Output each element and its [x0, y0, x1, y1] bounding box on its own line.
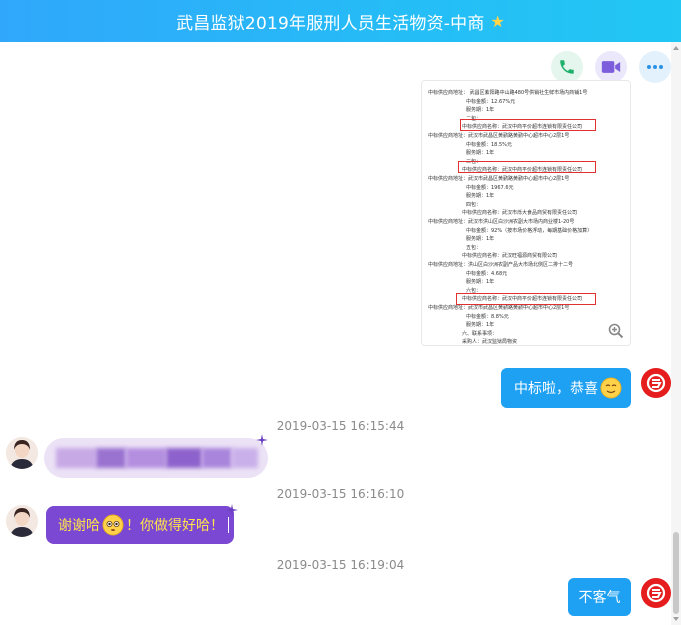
- document-line: 服务期：1年: [466, 322, 495, 329]
- document-line: 服务期：1年: [466, 236, 495, 243]
- more-icon: [647, 65, 663, 69]
- document-line: 中标金额：1967.6元: [466, 184, 514, 191]
- video-call-button[interactable]: [595, 51, 627, 83]
- sparkle-icon: [226, 504, 238, 516]
- phone-icon: [560, 60, 574, 74]
- smile-emoji-icon: [600, 377, 622, 399]
- timestamp: 2019-03-15 16:19:04: [276, 558, 405, 572]
- flushed-emoji-icon: [102, 514, 124, 536]
- video-icon: [601, 61, 621, 73]
- message-text: ！你做得好哈！: [126, 518, 224, 534]
- outgoing-message[interactable]: 中标啦，恭喜: [501, 368, 631, 408]
- brand-logo-icon: [646, 583, 666, 603]
- avatar[interactable]: [6, 505, 38, 537]
- document-line: 中标供应商名称：武汉市烁大食品商贸有限责任公司: [462, 210, 578, 217]
- document-line: 中标金额：4.68元: [466, 270, 508, 277]
- document-line: 中标供应商地址：洪山区白沙洲农副产品大市场北侧区二排十二号: [428, 262, 574, 268]
- document-line: 中标金额：18.5%元: [466, 141, 512, 148]
- document-line: 中标供应商地址：武汉市洪山区白沙洲农副大市场内商业楼1-20号: [428, 219, 575, 225]
- chat-header: 武昌监狱2019年服刑人员生活物资-中商 ★: [0, 0, 681, 42]
- scroll-up-arrow-icon[interactable]: [672, 44, 680, 52]
- document-line: 中标金额：12.67%元: [466, 98, 516, 105]
- message-text: 谢谢哈: [58, 518, 100, 534]
- user-photo-icon: [6, 505, 38, 537]
- document-line: 中标供应商地址：武汉市武昌区黄鹂路黄鹂中心超市中心2层1号: [428, 133, 570, 139]
- chat-toolbar: [551, 51, 671, 83]
- chat-title: 武昌监狱2019年服刑人员生活物资-中商: [176, 13, 485, 34]
- document-line: 中标金额：8.8%元: [466, 313, 509, 320]
- message-text: 不客气: [578, 590, 621, 606]
- avatar[interactable]: [641, 578, 671, 608]
- message-text: 中标啦，恭喜: [514, 381, 598, 397]
- document-image-message[interactable]: 中标供应商地址： 武昌区紫阳路中山路480号供销社生鲜市场内商铺1号中标金额：1…: [421, 80, 631, 346]
- highlight-box: [460, 119, 596, 131]
- document-line: 五包：: [466, 244, 482, 251]
- more-options-button[interactable]: [639, 51, 671, 83]
- incoming-message[interactable]: 谢谢哈 ！你做得好哈！: [46, 506, 234, 544]
- document-line: 四包：: [466, 201, 482, 208]
- document-line: 采购人：武汉监狱局物资: [462, 339, 518, 346]
- highlight-box: [456, 293, 596, 305]
- document-line: 中标供应商名称：武汉旺福源商贸有限公司: [462, 253, 558, 260]
- user-photo-icon: [6, 437, 38, 469]
- voice-call-button[interactable]: [551, 51, 583, 83]
- highlight-box: [458, 161, 596, 173]
- brand-logo-icon: [646, 373, 666, 393]
- document-line: 六、联系事项：: [462, 330, 498, 337]
- document-line: 服务期：1年: [466, 193, 495, 200]
- timestamp: 2019-03-15 16:16:10: [276, 487, 405, 501]
- timestamp: 2019-03-15 16:15:44: [276, 419, 405, 433]
- document-line: 服务期：1年: [466, 150, 495, 157]
- avatar[interactable]: [6, 437, 38, 469]
- document-line: 服务期：1年: [466, 107, 495, 114]
- scroll-down-arrow-icon[interactable]: [672, 615, 680, 623]
- star-icon[interactable]: ★: [491, 12, 505, 31]
- text-cursor: [228, 517, 229, 533]
- sparkle-icon: [256, 434, 268, 446]
- document-line: 服务期：1年: [466, 279, 495, 286]
- zoom-in-icon[interactable]: [608, 323, 624, 339]
- avatar[interactable]: [641, 368, 671, 398]
- document-line: 中标供应商地址：武汉市武昌区黄鹂路黄鹂中心超市中心2层1号: [428, 176, 570, 182]
- document-line: 中标供应商地址：武汉市武昌区黄鹂路黄鹂中心超市中心2层1号: [428, 305, 570, 311]
- document-line: 中标供应商地址： 武昌区紫阳路中山路480号供销社生鲜市场内商铺1号: [428, 90, 588, 96]
- document-line: 中标金额：92%（按市场价格浮动，每期基础价格加算）: [466, 227, 593, 234]
- scrollbar-thumb[interactable]: [673, 532, 679, 614]
- outgoing-message[interactable]: 不客气: [568, 578, 631, 616]
- blurred-message[interactable]: [44, 438, 268, 478]
